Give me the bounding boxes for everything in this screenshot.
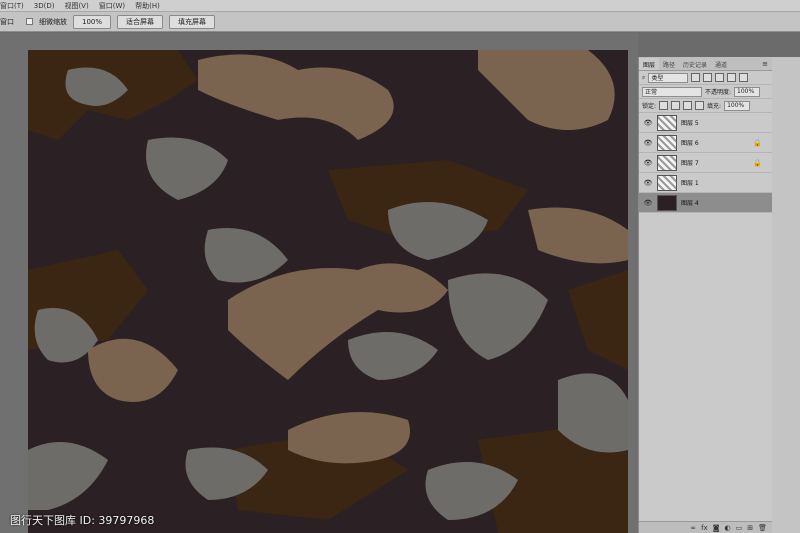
layers-panel: 图层 路径 历史记录 通道 ≡ ⌕ 类型 正常 不透明度: 100% 锁定: 填… [638,57,773,533]
layer-row-selected[interactable]: 👁 图层 4 [639,193,772,213]
filter-adjustment-icon[interactable] [703,73,713,82]
eye-icon[interactable]: 👁 [643,139,653,147]
work-area [0,33,638,533]
watermark: 图行天下图库 ID: 39797968 [10,514,155,527]
scrubby-zoom-checkbox[interactable] [26,18,33,25]
filter-pixel-icon[interactable] [691,73,701,82]
menu-item-3d[interactable]: 3D(D) [34,2,55,10]
panel-dock-strip [772,57,800,533]
fill-label: 填充: [707,103,722,110]
lock-icon: 🔒 [753,138,762,147]
search-icon: ⌕ [642,73,646,81]
zoom-100-button[interactable]: 100% [73,14,112,29]
new-layer-icon[interactable]: ⊞ [747,524,753,532]
layer-row[interactable]: 👁 图层 5 [639,113,772,133]
panel-tabs: 图层 路径 历史记录 通道 ≡ [639,57,772,71]
fill-screen-button[interactable]: 填充屏幕 [169,14,216,29]
eye-icon[interactable]: 👁 [643,159,653,167]
menu-item-view[interactable]: 视图(V) [64,1,88,11]
filter-row: ⌕ 类型 [639,71,772,85]
options-bar: 窗口 细微缩放 100% 适合屏幕 填充屏幕 [0,12,800,32]
lock-image-icon[interactable] [671,101,681,110]
filter-shape-icon[interactable] [727,73,737,82]
group-icon[interactable]: ▭ [736,524,743,532]
layer-name[interactable]: 图层 4 [681,198,699,207]
layer-thumbnail [657,194,677,211]
adjustment-icon[interactable]: ◐ [725,524,731,532]
layer-thumbnail [657,114,677,131]
menu-item-help[interactable]: 帮助(H) [135,1,160,11]
layer-thumbnail [657,134,677,151]
fx-icon[interactable]: fx [701,524,708,532]
lock-label: 锁定: [642,103,657,110]
tab-history[interactable]: 历史记录 [679,58,711,70]
panel-menu-icon[interactable]: ≡ [762,60,768,68]
filter-type-icon[interactable] [715,73,725,82]
tab-paths[interactable]: 路径 [659,58,679,70]
scrubby-zoom-label: 细微缩放 [39,17,67,26]
layer-thumbnail [657,154,677,171]
lock-position-icon[interactable] [683,101,693,110]
blend-mode-select[interactable]: 正常 [642,86,702,97]
camouflage-image [28,50,628,533]
document-canvas[interactable] [28,50,628,533]
eye-icon[interactable]: 👁 [643,119,653,127]
layer-name[interactable]: 图层 1 [681,178,699,187]
fill-input[interactable]: 100% [724,100,751,111]
layer-thumbnail [657,174,677,191]
menu-item-window-t[interactable]: 窗口(T) [0,1,24,11]
trash-icon[interactable]: 🗑 [758,524,767,532]
lock-transparent-icon[interactable] [659,101,669,110]
layer-name[interactable]: 图层 5 [681,118,699,127]
window-label: 窗口 [0,17,14,26]
filter-kind-select[interactable]: 类型 [648,72,689,83]
opacity-input[interactable]: 100% [734,86,761,97]
tab-layers[interactable]: 图层 [639,58,660,70]
menu-bar: 窗口(T) 3D(D) 视图(V) 窗口(W) 帮助(H) [0,0,800,12]
link-icon[interactable]: ∞ [690,524,696,532]
blend-row: 正常 不透明度: 100% [639,85,772,99]
panel-footer: ∞ fx ◙ ◐ ▭ ⊞ 🗑 [639,521,773,533]
menu-item-window[interactable]: 窗口(W) [99,1,125,11]
fit-screen-button[interactable]: 适合屏幕 [117,14,164,29]
layer-name[interactable]: 图层 7 [681,158,699,167]
opacity-label: 不透明度: [705,89,732,96]
tab-channels[interactable]: 通道 [711,58,731,70]
layer-row[interactable]: 👁 图层 1 [639,173,772,193]
layers-list: 👁 图层 5 👁 图层 6 🔒 👁 图层 7 🔒 👁 图层 1 👁 图层 4 [639,113,772,213]
eye-icon[interactable]: 👁 [643,199,653,207]
filter-smart-icon[interactable] [739,73,749,82]
layer-row[interactable]: 👁 图层 7 🔒 [639,153,772,173]
eye-icon[interactable]: 👁 [643,179,653,187]
lock-row: 锁定: 填充: 100% [639,99,772,113]
layer-name[interactable]: 图层 6 [681,138,699,147]
lock-icon: 🔒 [753,158,762,167]
lock-all-icon[interactable] [695,101,705,110]
mask-icon[interactable]: ◙ [713,524,720,532]
layer-row[interactable]: 👁 图层 6 🔒 [639,133,772,153]
